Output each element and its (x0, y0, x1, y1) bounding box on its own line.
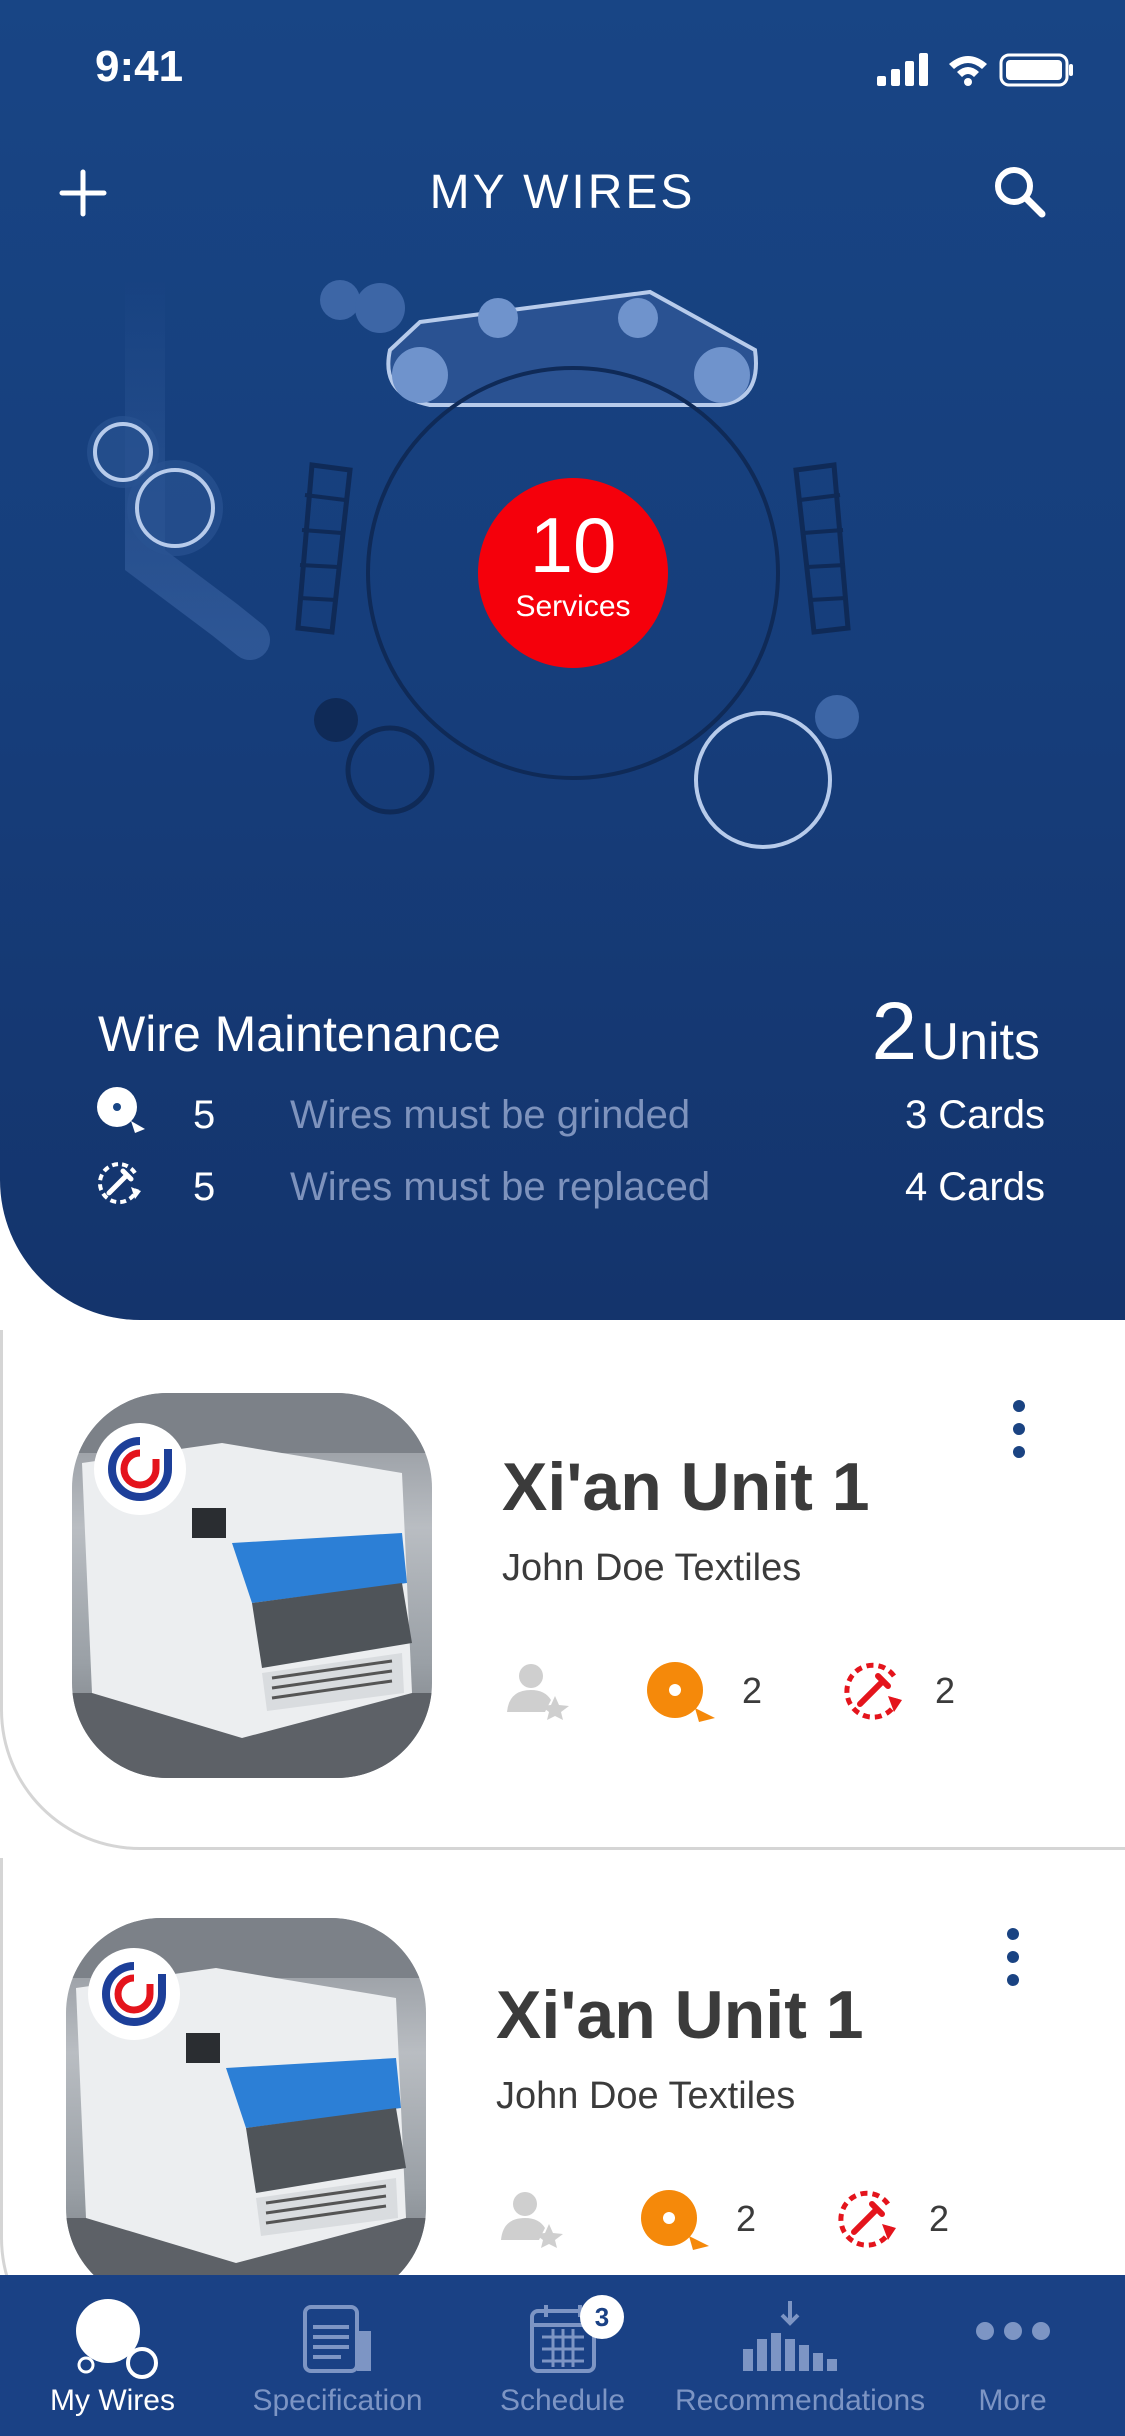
tab-label: Recommendations (675, 2384, 926, 2417)
machine-photo (66, 1918, 426, 2303)
replace-count: 5 (193, 1165, 216, 1209)
user-star-icon[interactable] (505, 1660, 571, 1725)
user-star-icon[interactable] (499, 2188, 565, 2253)
units-count: 2 (871, 986, 918, 1077)
grind-status-icon (645, 1660, 717, 1729)
chart-icon (733, 2293, 843, 2388)
grind-text: Wires must be grinded (290, 1093, 691, 1137)
status-icons (877, 50, 1077, 95)
tab-label: Specification (252, 2384, 423, 2417)
grind-icon (95, 1085, 147, 1147)
card-subtitle: John Doe Textiles (502, 1547, 802, 1589)
tab-bar: My Wires Specification 3 Schedule Recomm… (0, 2275, 1125, 2436)
status-time: 9:41 (95, 42, 184, 91)
tab-recommendations[interactable]: Recommendations (675, 2275, 926, 2436)
replace-icon (95, 1157, 147, 1219)
more-options-button[interactable] (1013, 1400, 1029, 1469)
units-summary: 2 Units (871, 985, 1040, 1079)
brand-logo (94, 1423, 186, 1515)
grind-count: 5 (193, 1093, 216, 1137)
replace-status-count: 2 (929, 2198, 950, 2239)
units-label: Units (921, 1013, 1040, 1071)
tab-more[interactable]: More (900, 2275, 1125, 2436)
search-button[interactable] (990, 162, 1050, 227)
tab-schedule[interactable]: 3 Schedule (450, 2275, 675, 2436)
machine-photo (72, 1393, 432, 1778)
maintenance-row-replace[interactable]: 5 Wires must be replaced 4 Cards (95, 1157, 1045, 1217)
unit-card[interactable]: Xi'an Unit 1 John Doe Textiles 2 2 (0, 1330, 1125, 1850)
more-icon (968, 2293, 1058, 2388)
replace-text: Wires must be replaced (290, 1165, 711, 1209)
wires-icon (58, 2293, 168, 2388)
hero-panel: 9:41 MY WIRES 10 Services Wire Maintenan… (0, 0, 1125, 1320)
search-icon (995, 167, 1046, 218)
tab-label: My Wires (50, 2384, 175, 2417)
maintenance-row-grind[interactable]: 5 Wires must be grinded 3 Cards (95, 1085, 1045, 1145)
tab-label: Schedule (499, 2384, 626, 2417)
card-subtitle: John Doe Textiles (496, 2075, 796, 2117)
services-count: 10 (529, 501, 617, 589)
brand-logo (88, 1948, 180, 2040)
tab-my-wires[interactable]: My Wires (0, 2275, 225, 2436)
tab-label: More (978, 2384, 1047, 2417)
grind-status-icon (639, 2188, 711, 2257)
services-label: Services (515, 590, 631, 623)
more-options-button[interactable] (1007, 1928, 1023, 1997)
page-title: MY WIRES (429, 166, 696, 219)
card-title: Xi'an Unit 1 (502, 1449, 870, 1525)
grind-status-count: 2 (742, 1670, 763, 1711)
services-badge[interactable]: 10 Services (478, 478, 668, 668)
grind-cards: 3 Cards (904, 1093, 1045, 1137)
replace-cards: 4 Cards (904, 1165, 1045, 1209)
specification-icon (293, 2293, 383, 2388)
grind-status-count: 2 (736, 2198, 757, 2239)
card-title: Xi'an Unit 1 (496, 1977, 864, 2053)
replace-status-icon (842, 1658, 908, 1729)
schedule-badge: 3 (580, 2295, 624, 2339)
signal-wifi-battery-icon (877, 53, 1073, 87)
replace-status-icon (836, 2186, 902, 2257)
tab-specification[interactable]: Specification (225, 2275, 450, 2436)
replace-status-count: 2 (935, 1670, 956, 1711)
maintenance-title: Wire Maintenance (98, 1006, 501, 1062)
